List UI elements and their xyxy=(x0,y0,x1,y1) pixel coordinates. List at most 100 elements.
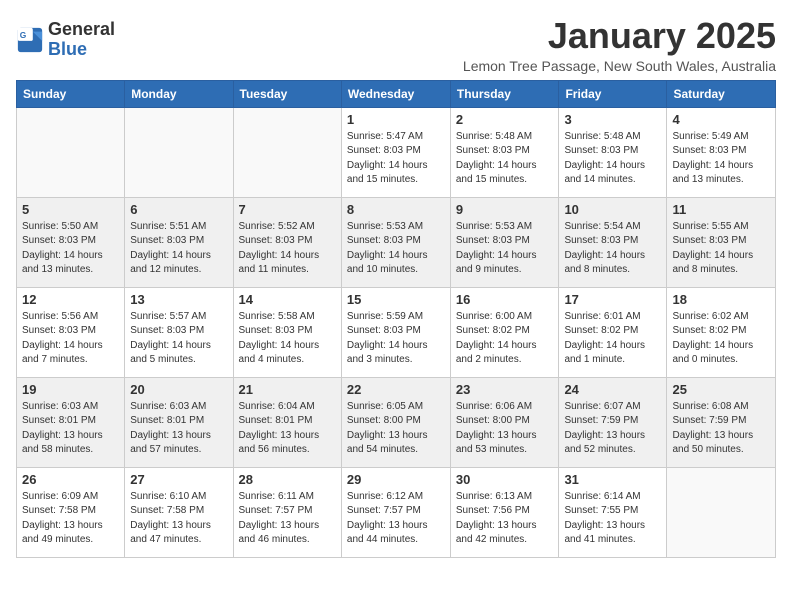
day-number: 7 xyxy=(239,202,336,217)
day-info: Sunrise: 5:56 AMSunset: 8:03 PMDaylight:… xyxy=(22,310,119,368)
col-thursday: Thursday xyxy=(450,80,559,107)
table-row: 5Sunrise: 5:50 AMSunset: 8:03 PMDaylight… xyxy=(17,197,125,287)
calendar-header-row: Sunday Monday Tuesday Wednesday Thursday… xyxy=(17,80,776,107)
day-info: Sunrise: 6:09 AMSunset: 7:58 PMDaylight:… xyxy=(22,490,119,548)
day-info: Sunrise: 5:48 AMSunset: 8:03 PMDaylight:… xyxy=(456,130,554,188)
day-info: Sunrise: 5:53 AMSunset: 8:03 PMDaylight:… xyxy=(347,220,445,278)
month-title: January 2025 xyxy=(463,16,776,56)
day-number: 13 xyxy=(130,292,227,307)
table-row: 15 Sunrise: 5:59 AMSunset: 8:03 PMDayligh… xyxy=(341,287,450,377)
day-info: Sunrise: 6:06 AMSunset: 8:00 PMDaylight:… xyxy=(456,400,554,458)
day-number: 16 xyxy=(456,292,554,307)
day-info: Sunrise: 5:52 AMSunset: 8:03 PMDaylight:… xyxy=(239,220,336,278)
title-section: January 2025 Lemon Tree Passage, New Sou… xyxy=(463,16,776,74)
day-info: Sunrise: 6:00 AMSunset: 8:02 PMDaylight:… xyxy=(456,310,554,368)
logo-text: GeneralBlue xyxy=(48,20,115,60)
table-row: 17 Sunrise: 6:01 AMSunset: 8:02 PMDayligh… xyxy=(559,287,667,377)
calendar-week-row: 26 Sunrise: 6:09 AMSunset: 7:58 PMDayligh… xyxy=(17,467,776,557)
col-wednesday: Wednesday xyxy=(341,80,450,107)
table-row: 1 Sunrise: 5:47 AMSunset: 8:03 PMDaylight… xyxy=(341,107,450,197)
day-info: Sunrise: 5:48 AMSunset: 8:03 PMDaylight:… xyxy=(564,130,661,188)
day-info: Sunrise: 6:12 AMSunset: 7:57 PMDaylight:… xyxy=(347,490,445,548)
table-row: 24 Sunrise: 6:07 AMSunset: 7:59 PMDayligh… xyxy=(559,377,667,467)
day-info: Sunrise: 6:03 AMSunset: 8:01 PMDaylight:… xyxy=(130,400,227,458)
day-info: Sunrise: 6:01 AMSunset: 8:02 PMDaylight:… xyxy=(564,310,661,368)
day-number: 20 xyxy=(130,382,227,397)
table-row: 18Sunrise: 6:02 AMSunset: 8:02 PMDayligh… xyxy=(667,287,776,377)
table-row: 13 Sunrise: 5:57 AMSunset: 8:03 PMDayligh… xyxy=(125,287,233,377)
table-row: 2 Sunrise: 5:48 AMSunset: 8:03 PMDaylight… xyxy=(450,107,559,197)
day-info: Sunrise: 6:14 AMSunset: 7:55 PMDaylight:… xyxy=(564,490,661,548)
day-number: 4 xyxy=(672,112,770,127)
table-row: 14 Sunrise: 5:58 AMSunset: 8:03 PMDayligh… xyxy=(233,287,341,377)
table-row: 21Sunrise: 6:04 AMSunset: 8:01 PMDayligh… xyxy=(233,377,341,467)
day-info: Sunrise: 6:08 AMSunset: 7:59 PMDaylight:… xyxy=(672,400,770,458)
table-row: 4 Sunrise: 5:49 AMSunset: 8:03 PMDaylight… xyxy=(667,107,776,197)
day-info: Sunrise: 5:51 AMSunset: 8:03 PMDaylight:… xyxy=(130,220,227,278)
table-row: 8 Sunrise: 5:53 AMSunset: 8:03 PMDaylight… xyxy=(341,197,450,287)
day-number: 15 xyxy=(347,292,445,307)
table-row: 9Sunrise: 5:53 AMSunset: 8:03 PMDaylight… xyxy=(450,197,559,287)
day-info: Sunrise: 6:05 AMSunset: 8:00 PMDaylight:… xyxy=(347,400,445,458)
table-row: 30 Sunrise: 6:13 AMSunset: 7:56 PMDayligh… xyxy=(450,467,559,557)
day-info: Sunrise: 5:57 AMSunset: 8:03 PMDaylight:… xyxy=(130,310,227,368)
day-info: Sunrise: 5:53 AMSunset: 8:03 PMDaylight:… xyxy=(456,220,554,278)
day-number: 12 xyxy=(22,292,119,307)
table-row: 7 Sunrise: 5:52 AMSunset: 8:03 PMDaylight… xyxy=(233,197,341,287)
day-number: 31 xyxy=(564,472,661,487)
day-info: Sunrise: 6:11 AMSunset: 7:57 PMDaylight:… xyxy=(239,490,336,548)
day-number: 10 xyxy=(564,202,661,217)
col-sunday: Sunday xyxy=(17,80,125,107)
page-header: G GeneralBlue January 2025 Lemon Tree Pa… xyxy=(16,16,776,74)
day-number: 26 xyxy=(22,472,119,487)
day-info: Sunrise: 5:59 AMSunset: 8:03 PMDaylight:… xyxy=(347,310,445,368)
day-number: 18 xyxy=(672,292,770,307)
day-number: 2 xyxy=(456,112,554,127)
day-number: 29 xyxy=(347,472,445,487)
table-row: 10 Sunrise: 5:54 AMSunset: 8:03 PMDayligh… xyxy=(559,197,667,287)
day-info: Sunrise: 6:03 AMSunset: 8:01 PMDaylight:… xyxy=(22,400,119,458)
day-number: 14 xyxy=(239,292,336,307)
table-row: 12 Sunrise: 5:56 AMSunset: 8:03 PMDayligh… xyxy=(17,287,125,377)
logo-icon: G xyxy=(16,26,44,54)
day-info: Sunrise: 5:55 AMSunset: 8:03 PMDaylight:… xyxy=(672,220,770,278)
day-info: Sunrise: 5:49 AMSunset: 8:03 PMDaylight:… xyxy=(672,130,770,188)
table-row xyxy=(125,107,233,197)
calendar-week-row: 5Sunrise: 5:50 AMSunset: 8:03 PMDaylight… xyxy=(17,197,776,287)
day-number: 17 xyxy=(564,292,661,307)
day-info: Sunrise: 6:10 AMSunset: 7:58 PMDaylight:… xyxy=(130,490,227,548)
col-monday: Monday xyxy=(125,80,233,107)
day-number: 23 xyxy=(456,382,554,397)
col-tuesday: Tuesday xyxy=(233,80,341,107)
day-info: Sunrise: 6:13 AMSunset: 7:56 PMDaylight:… xyxy=(456,490,554,548)
calendar-table: Sunday Monday Tuesday Wednesday Thursday… xyxy=(16,80,776,558)
table-row xyxy=(17,107,125,197)
logo: G GeneralBlue xyxy=(16,20,115,60)
table-row: 29 Sunrise: 6:12 AMSunset: 7:57 PMDayligh… xyxy=(341,467,450,557)
table-row: 20 Sunrise: 6:03 AMSunset: 8:01 PMDayligh… xyxy=(125,377,233,467)
table-row: 25 Sunrise: 6:08 AMSunset: 7:59 PMDayligh… xyxy=(667,377,776,467)
table-row: 3 Sunrise: 5:48 AMSunset: 8:03 PMDaylight… xyxy=(559,107,667,197)
day-number: 25 xyxy=(672,382,770,397)
table-row: 28Sunrise: 6:11 AMSunset: 7:57 PMDayligh… xyxy=(233,467,341,557)
day-number: 6 xyxy=(130,202,227,217)
day-number: 30 xyxy=(456,472,554,487)
day-number: 22 xyxy=(347,382,445,397)
day-number: 8 xyxy=(347,202,445,217)
calendar-week-row: 19Sunrise: 6:03 AMSunset: 8:01 PMDayligh… xyxy=(17,377,776,467)
day-number: 1 xyxy=(347,112,445,127)
day-number: 24 xyxy=(564,382,661,397)
table-row: 19Sunrise: 6:03 AMSunset: 8:01 PMDayligh… xyxy=(17,377,125,467)
day-info: Sunrise: 5:47 AMSunset: 8:03 PMDaylight:… xyxy=(347,130,445,188)
day-number: 21 xyxy=(239,382,336,397)
day-info: Sunrise: 5:50 AMSunset: 8:03 PMDaylight:… xyxy=(22,220,119,278)
table-row: 23 Sunrise: 6:06 AMSunset: 8:00 PMDayligh… xyxy=(450,377,559,467)
table-row: 27Sunrise: 6:10 AMSunset: 7:58 PMDayligh… xyxy=(125,467,233,557)
day-info: Sunrise: 6:07 AMSunset: 7:59 PMDaylight:… xyxy=(564,400,661,458)
day-info: Sunrise: 5:58 AMSunset: 8:03 PMDaylight:… xyxy=(239,310,336,368)
location-title: Lemon Tree Passage, New South Wales, Aus… xyxy=(463,58,776,74)
table-row: 31 Sunrise: 6:14 AMSunset: 7:55 PMDayligh… xyxy=(559,467,667,557)
day-info: Sunrise: 5:54 AMSunset: 8:03 PMDaylight:… xyxy=(564,220,661,278)
day-number: 3 xyxy=(564,112,661,127)
svg-text:G: G xyxy=(20,30,27,40)
